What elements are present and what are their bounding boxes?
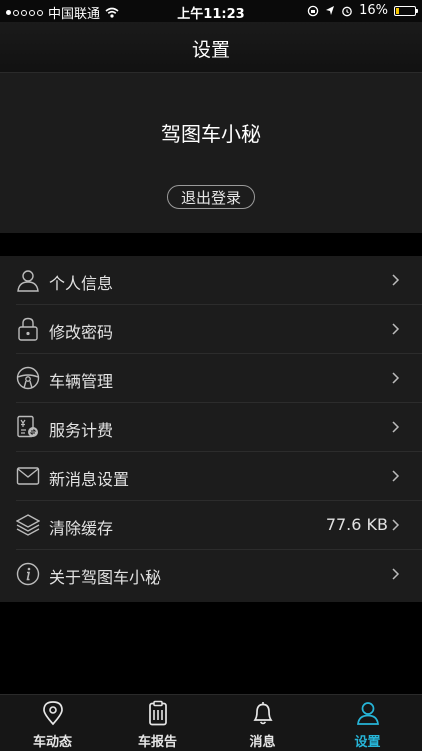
menu-item-vehicle-management[interactable]: 车辆管理 [0,354,422,403]
location-pin-icon [40,700,66,726]
menu-item-new-message-settings[interactable]: 新消息设置 [0,452,422,501]
lock-icon [16,317,40,341]
chevron-right-icon [390,421,402,433]
tab-settings[interactable]: 设置 [315,695,420,751]
profile-section: 驾图车小秘 退出登录 [0,73,422,233]
menu-item-label: 关于驾图车小秘 [49,568,162,587]
battery-percent: 16% [359,3,388,18]
logout-button[interactable]: 退出登录 [167,185,255,209]
navigation-bar: 设置 [0,22,422,73]
menu-item-change-password[interactable]: 修改密码 [0,305,422,354]
battery-level [396,7,399,14]
person-icon [355,700,381,726]
menu-item-about[interactable]: 关于驾图车小秘 [0,550,422,599]
billing-icon [16,415,40,439]
chevron-right-icon [390,372,402,384]
status-right: 16% [307,3,418,18]
battery-icon [394,5,418,16]
alarm-icon [342,6,352,16]
menu-item-label: 车辆管理 [49,372,114,391]
menu-item-service-billing[interactable]: 服务计费 [0,403,422,452]
tab-label: 消息 [249,735,276,750]
status-bar: 中国联通 上午11:23 16% [0,0,422,22]
tab-label: 车动态 [32,735,72,750]
account-name: 驾图车小秘 [161,122,261,146]
location-arrow-icon [326,6,335,15]
menu-item-label: 修改密码 [49,323,114,342]
layers-icon [16,513,40,537]
menu-item-label: 个人信息 [49,274,114,293]
menu-item-personal-info[interactable]: 个人信息 [0,256,422,305]
chevron-right-icon [390,274,402,286]
chevron-right-icon [390,519,402,531]
menu-item-label: 新消息设置 [49,470,130,489]
info-icon [16,562,40,586]
mail-icon [16,464,40,488]
menu-item-label: 清除缓存 [49,519,114,538]
clipboard-icon [145,700,171,726]
chevron-right-icon [390,470,402,482]
person-icon [16,268,40,292]
tab-car-status[interactable]: 车动态 [0,695,105,751]
chevron-right-icon [390,323,402,335]
rotation-lock-icon [307,5,319,16]
menu-item-clear-cache[interactable]: 清除缓存 77.6 KB [0,501,422,550]
cache-size: 77.6 KB [325,515,388,534]
tab-label: 车报告 [137,735,177,750]
page-title: 设置 [191,39,230,61]
chevron-right-icon [390,568,402,580]
tab-messages[interactable]: 消息 [210,695,315,751]
settings-menu: 个人信息 修改密码 车辆管理 服务计费 新消息设置 清除缓存 77.6 KB 关… [0,256,422,602]
tab-label: 设置 [354,735,381,750]
steering-wheel-icon [16,366,40,390]
menu-item-label: 服务计费 [49,421,114,440]
tab-car-report[interactable]: 车报告 [105,695,210,751]
bell-icon [250,700,276,726]
tab-bar: 车动态 车报告 消息 设置 [0,694,422,751]
